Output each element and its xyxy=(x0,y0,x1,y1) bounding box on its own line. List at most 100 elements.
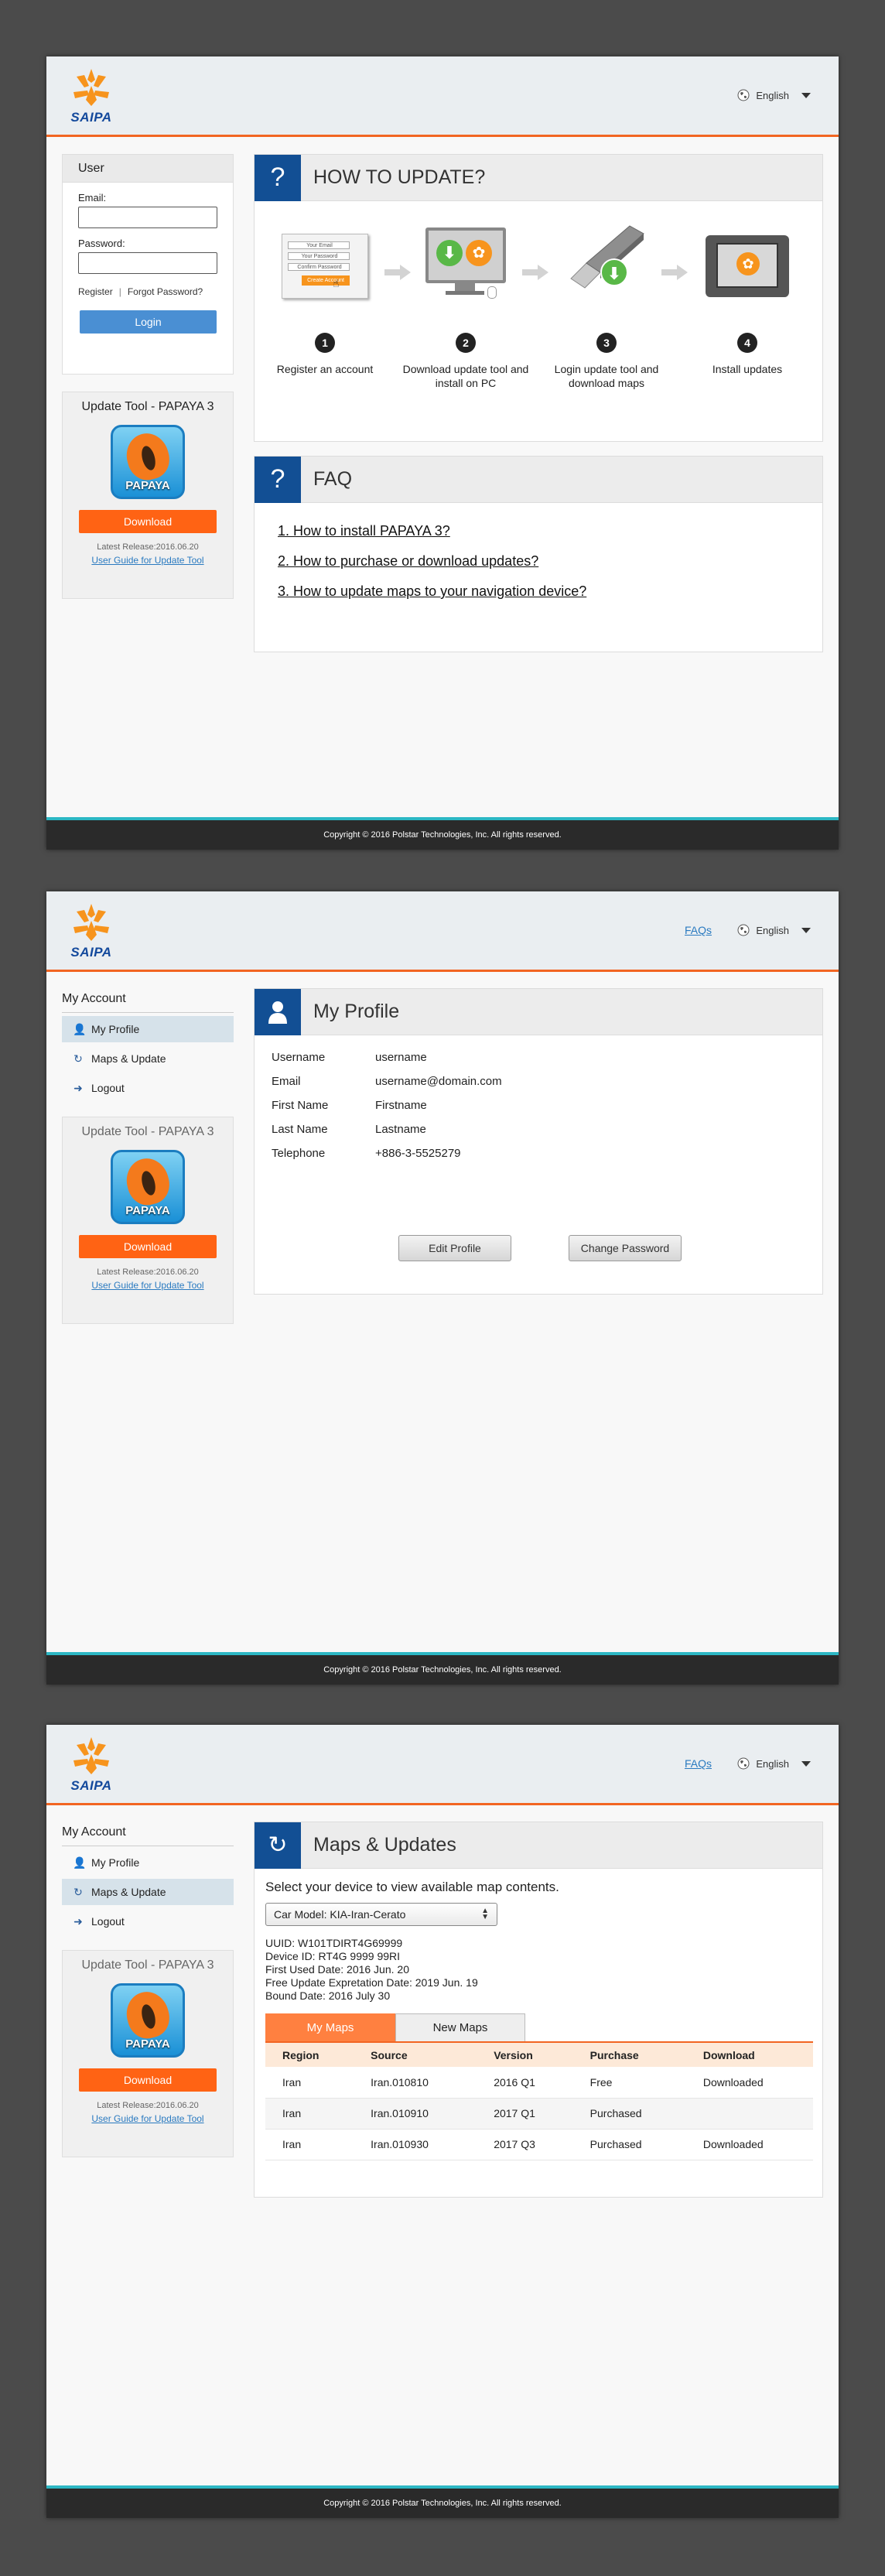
latest-release: Latest Release:2016.06.20 xyxy=(97,2101,199,2110)
download-button[interactable]: Download xyxy=(79,2068,217,2092)
menu-item-maps-update[interactable]: ↻ Maps & Update xyxy=(62,1045,234,1072)
menu-item-logout[interactable]: ➜ Logout xyxy=(62,1908,234,1935)
menu-item-my-profile[interactable]: 👤 My Profile xyxy=(62,1016,234,1042)
profile-row: Email username@domain.com xyxy=(272,1075,822,1088)
forgot-password-link[interactable]: Forgot Password? xyxy=(128,286,203,297)
login-links: Register | Forgot Password? xyxy=(78,286,233,297)
cell-source: Iran.010910 xyxy=(354,2098,477,2130)
faqs-link[interactable]: FAQs xyxy=(685,924,712,936)
email-field[interactable] xyxy=(78,207,217,228)
logo-text: SAIPA xyxy=(70,1778,112,1793)
form-confirm-field: Confirm Password xyxy=(288,263,350,271)
cell-purchase: Purchased xyxy=(572,2129,686,2160)
refresh-icon: ↻ xyxy=(73,1886,83,1898)
menu-item-maps-update[interactable]: ↻ Maps & Update xyxy=(62,1879,234,1905)
form-create-button: Create Account xyxy=(302,275,350,286)
maps-header: ↻ Maps & Updates xyxy=(255,1822,822,1869)
language-label: English xyxy=(756,924,789,936)
password-field[interactable] xyxy=(78,252,217,274)
maps-intro: Select your device to view available map… xyxy=(265,1880,559,1894)
table-row[interactable]: Iran Iran.010810 2016 Q1 Free Downloaded xyxy=(265,2067,813,2099)
saipa-logo-icon xyxy=(73,904,109,941)
menu-label: Maps & Update xyxy=(91,1052,166,1065)
language-selector[interactable]: English xyxy=(737,1757,811,1770)
faq-title: FAQ xyxy=(313,468,353,490)
profile-key: Username xyxy=(272,1051,326,1064)
pc-download-illustration: ⬇ ✿ xyxy=(422,224,509,302)
globe-icon xyxy=(737,1757,750,1770)
login-panel: User Email: Password: Register | Forgot Pa… xyxy=(62,154,234,375)
table-row[interactable]: Iran Iran.010910 2017 Q1 Purchased xyxy=(265,2098,813,2130)
car-model-value: Car Model: KIA-Iran-Cerato xyxy=(274,1908,406,1921)
how-to-update-card: ? HOW TO UPDATE? Your Email Your Passwor… xyxy=(254,154,823,442)
question-icon: ? xyxy=(255,154,301,201)
step-number: 4 xyxy=(737,333,757,353)
login-title: User xyxy=(63,155,233,183)
login-button[interactable]: Login xyxy=(80,310,217,334)
faqs-link[interactable]: FAQs xyxy=(685,1757,712,1770)
faq-item[interactable]: 1. How to install PAPAYA 3? xyxy=(278,523,822,539)
language-selector[interactable]: English xyxy=(737,89,811,101)
user-guide-link[interactable]: User Guide for Update Tool xyxy=(63,555,233,566)
saipa-logo[interactable]: SAIPA xyxy=(67,1734,115,1794)
cell-source: Iran.010810 xyxy=(354,2067,477,2099)
site-header: SAIPA FAQs English xyxy=(46,891,839,972)
table-header-row: Region Source Version Purchase Download xyxy=(265,2042,813,2067)
mouse-icon xyxy=(487,286,497,299)
user-guide-link[interactable]: User Guide for Update Tool xyxy=(63,1280,233,1291)
saipa-logo[interactable]: SAIPA xyxy=(67,66,115,126)
tab-my-maps[interactable]: My Maps xyxy=(265,2013,395,2041)
change-password-button[interactable]: Change Password xyxy=(569,1235,682,1261)
faq-header: ? FAQ xyxy=(255,456,822,503)
step-text: Register an account xyxy=(276,363,374,375)
maps-title: Maps & Updates xyxy=(313,1834,456,1856)
cell-version: 2017 Q1 xyxy=(477,2098,573,2130)
profile-key: Email xyxy=(272,1075,301,1088)
faq-card: ? FAQ 1. How to install PAPAYA 3? 2. How… xyxy=(254,456,823,652)
step-text: Download update tool and install on PC xyxy=(402,363,529,389)
faq-item[interactable]: 3. How to update maps to your navigation… xyxy=(278,583,822,600)
saipa-logo-icon xyxy=(73,1737,109,1774)
language-selector[interactable]: English xyxy=(737,924,811,936)
saipa-logo[interactable]: SAIPA xyxy=(67,901,115,961)
screen-maps-updates: SAIPA FAQs English My Account 👤 My Profil… xyxy=(46,1725,839,2518)
password-label: Password: xyxy=(78,238,125,249)
table-row[interactable]: Iran Iran.010930 2017 Q3 Purchased Downl… xyxy=(265,2129,813,2160)
site-header: SAIPA FAQs English xyxy=(46,1725,839,1805)
faq-link[interactable]: 3. How to update maps to your navigation… xyxy=(278,583,586,599)
user-icon xyxy=(255,988,301,1035)
tab-new-maps[interactable]: New Maps xyxy=(395,2013,525,2041)
device-id: Device ID: RT4G 9999 99RI xyxy=(265,1950,401,1962)
faq-link[interactable]: 2. How to purchase or download updates? xyxy=(278,553,538,569)
device-info: UUID: W101TDIRT4G69999 Device ID: RT4G 9… xyxy=(265,1937,822,2003)
chevron-down-icon xyxy=(801,92,811,98)
step-number: 1 xyxy=(315,333,335,353)
user-guide-link[interactable]: User Guide for Update Tool xyxy=(63,2113,233,2124)
globe-icon xyxy=(737,924,750,936)
cell-source: Iran.010930 xyxy=(354,2129,477,2160)
menu-item-my-profile[interactable]: 👤 My Profile xyxy=(62,1849,234,1876)
papaya-icon: ✿ xyxy=(466,240,492,266)
faq-list: 1. How to install PAPAYA 3? 2. How to pu… xyxy=(255,503,822,637)
how-to-title: HOW TO UPDATE? xyxy=(313,166,486,188)
cell-purchase: Free xyxy=(572,2067,686,2099)
maps-updates-card: ↻ Maps & Updates Select your device to v… xyxy=(254,1822,823,2198)
latest-release: Latest Release:2016.06.20 xyxy=(97,542,199,552)
download-button[interactable]: Download xyxy=(79,1235,217,1258)
profile-key: First Name xyxy=(272,1099,329,1112)
faq-item[interactable]: 2. How to purchase or download updates? xyxy=(278,553,822,570)
faq-link[interactable]: 1. How to install PAPAYA 3? xyxy=(278,523,450,539)
profile-header: My Profile xyxy=(255,988,822,1035)
papaya-app-icon: PAPAYA xyxy=(111,1983,185,2058)
menu-item-logout[interactable]: ➜ Logout xyxy=(62,1075,234,1101)
download-button[interactable]: Download xyxy=(79,510,217,533)
update-tool-title: Update Tool - PAPAYA 3 xyxy=(81,1125,214,1138)
edit-profile-button[interactable]: Edit Profile xyxy=(398,1235,511,1261)
profile-value: username xyxy=(375,1051,427,1064)
cell-region: Iran xyxy=(265,2098,354,2130)
profile-row: Username username xyxy=(272,1051,822,1064)
update-tool-panel: Update Tool - PAPAYA 3 PAPAYA Download L… xyxy=(62,392,234,599)
car-model-select[interactable]: Car Model: KIA-Iran-Cerato ▲ ▼ xyxy=(265,1903,497,1926)
register-link[interactable]: Register xyxy=(78,286,113,297)
logout-icon: ➜ xyxy=(73,1915,83,1928)
